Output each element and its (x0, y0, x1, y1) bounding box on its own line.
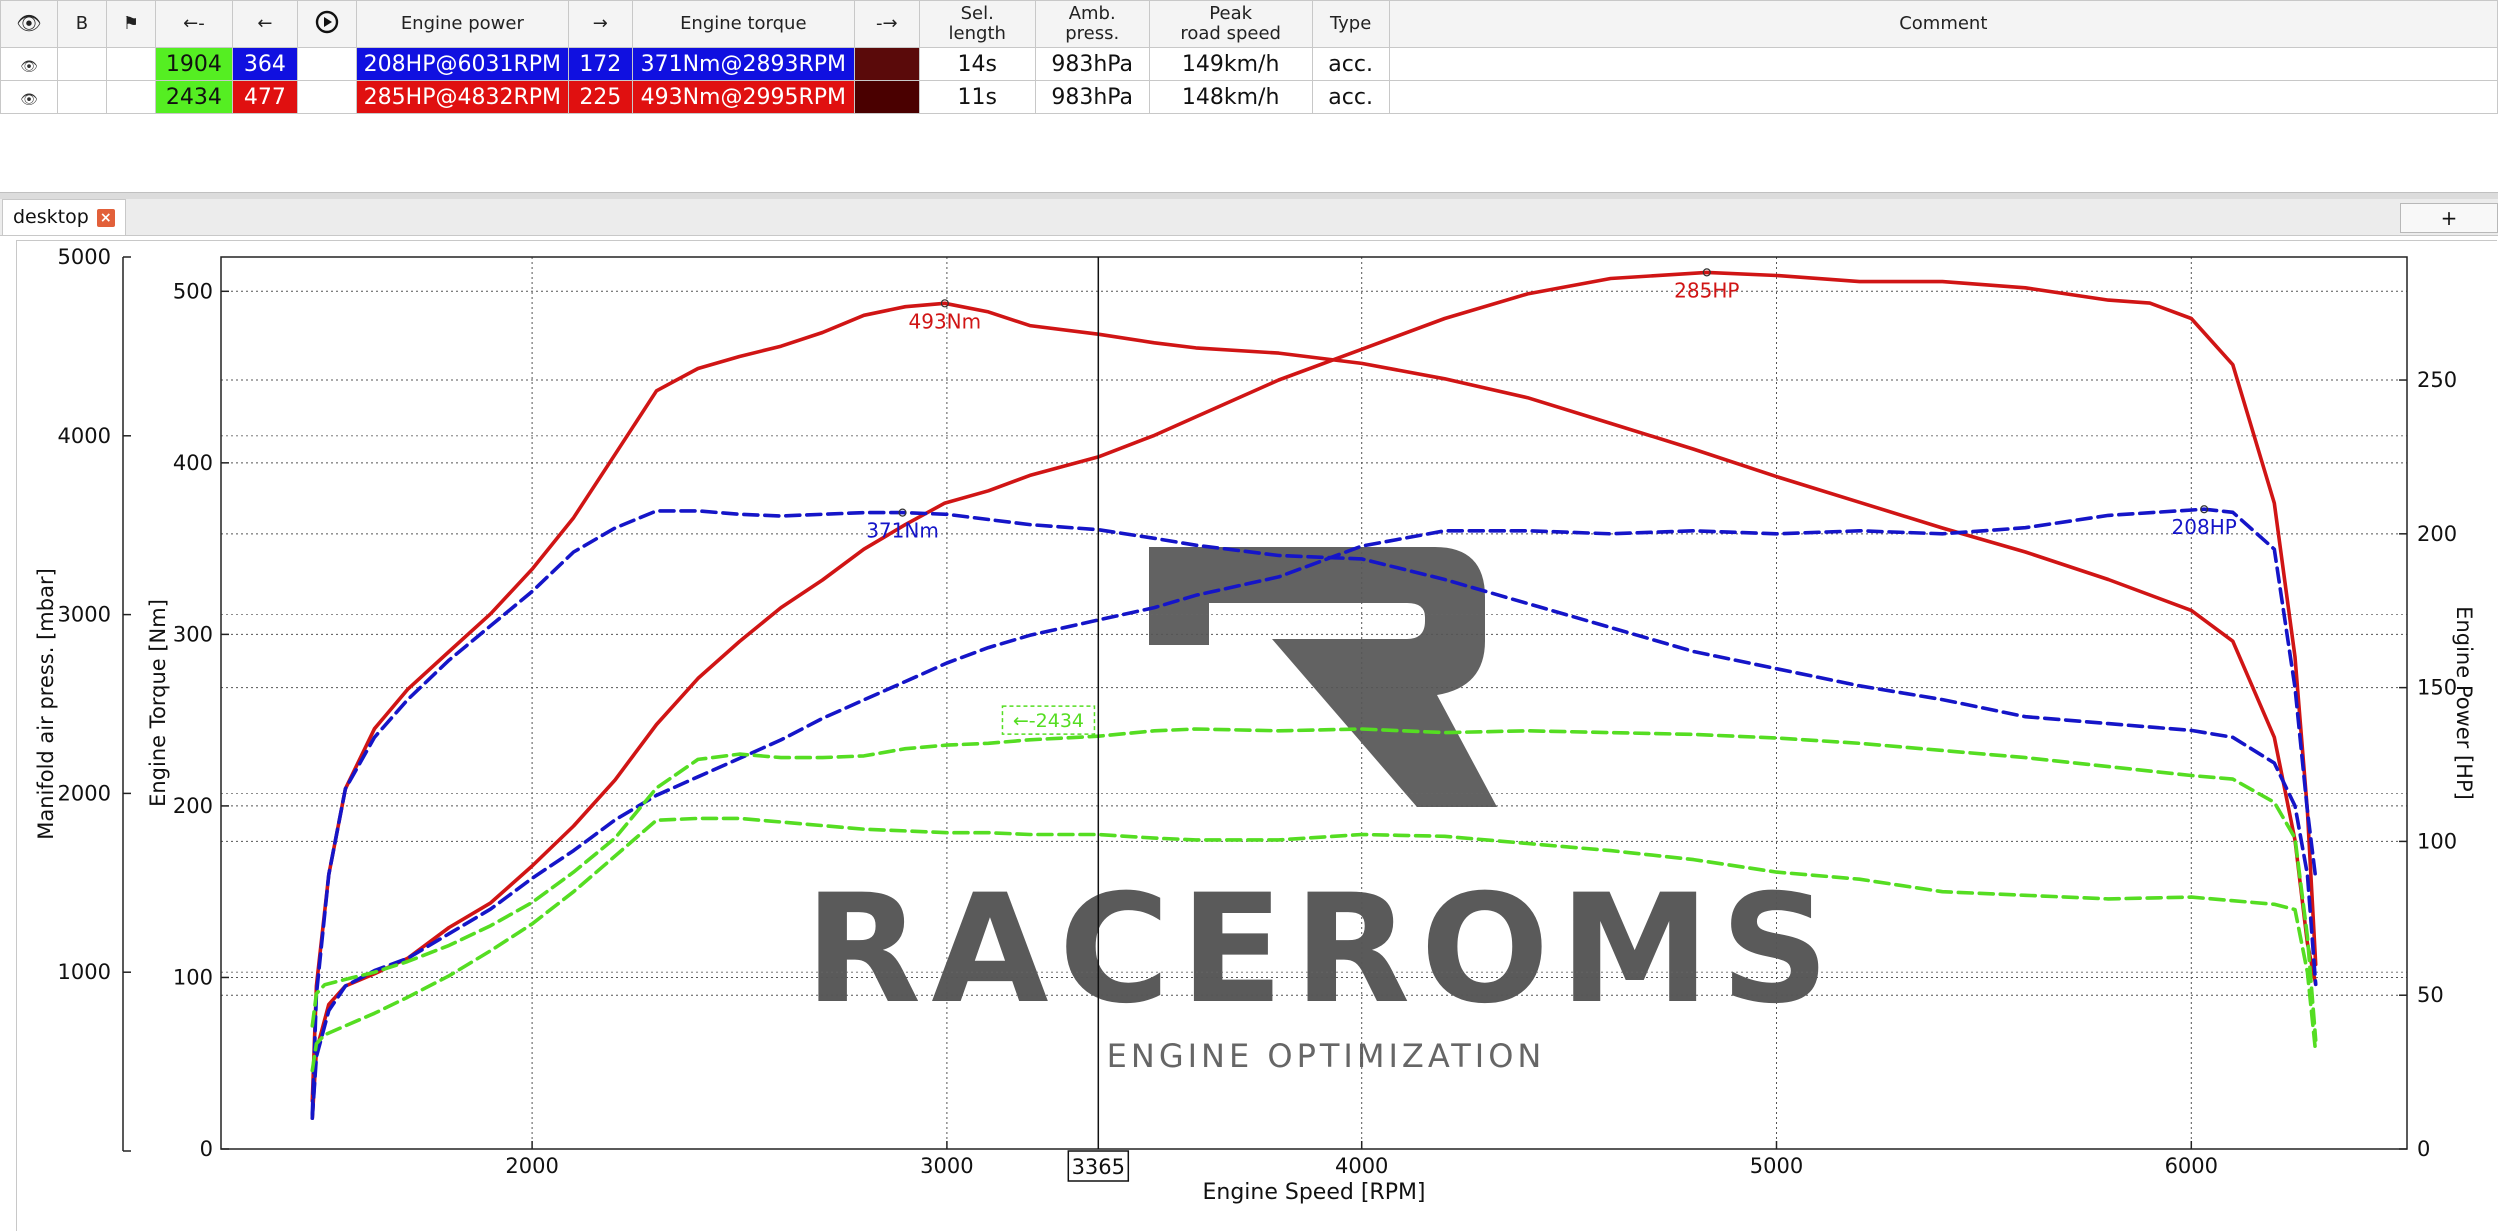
series-label-text: ←-2434 (1013, 710, 1084, 732)
x-tick-label: 4000 (1335, 1154, 1388, 1178)
sel-length-cell[interactable]: 11s (918, 80, 1036, 114)
run-table: 👁 B ⚑ ←- ← Engine power → Engine torque … (0, 0, 2498, 114)
visibility-eye-icon[interactable]: 👁 (20, 59, 38, 75)
cursor-label: 3365 (1072, 1155, 1125, 1179)
engine-torque-cell[interactable]: 493Nm@2995RPM (631, 80, 855, 114)
x-tick-label: 5000 (1750, 1154, 1803, 1178)
manifold-tick-label: 2000 (58, 781, 111, 805)
power-tick-label: 50 (2417, 983, 2444, 1007)
col-visible-header[interactable]: 👁 (0, 0, 58, 48)
value-cell[interactable]: 364 (231, 47, 298, 81)
flag-cell[interactable] (105, 47, 156, 81)
torque-tick-label: 500 (173, 279, 213, 303)
col-peak-speed-header[interactable]: Peak road speed (1148, 0, 1313, 48)
close-icon[interactable]: × (96, 208, 115, 227)
peak-label: 493Nm (909, 309, 982, 333)
manifold-tick-label: 3000 (58, 603, 111, 627)
peak-label: 285HP (1674, 278, 1739, 302)
table-row[interactable]: 👁 1904 364 208HP@6031RPM 172 371Nm@2893R… (0, 47, 2498, 81)
tab-desktop[interactable]: desktop × (2, 199, 126, 235)
power-axis-title: Engine Power [HP] (2452, 606, 2476, 800)
visibility-eye-icon[interactable]: 👁 (20, 92, 38, 108)
col-play-header[interactable] (296, 0, 357, 48)
manifold-axis-title: Manifold air press. [mbar] (34, 568, 58, 840)
b-cell[interactable] (56, 47, 107, 81)
eye-icon: 👁 (16, 11, 42, 35)
value-cell[interactable]: 477 (231, 80, 298, 114)
add-tab-button[interactable]: + (2400, 203, 2498, 233)
peak-label: 208HP (2172, 515, 2237, 539)
torque-tick-label: 200 (173, 794, 213, 818)
col-flag-header[interactable]: ⚑ (105, 0, 156, 48)
peak-speed-cell[interactable]: 149km/h (1148, 47, 1313, 81)
engine-power-cell[interactable]: 285HP@4832RPM (355, 80, 569, 114)
chart-panel: RACEROMS ENGINE OPTIMIZATION 2000 3000 400… (16, 240, 2497, 1231)
engine-power-cell[interactable]: 208HP@6031RPM (355, 47, 569, 81)
flag-cell[interactable] (105, 80, 156, 114)
manifold-tick-label: 5000 (58, 245, 111, 269)
col-engine-power-header[interactable]: Engine power (355, 0, 569, 48)
tab-label: desktop (13, 206, 89, 228)
peak-speed-cell[interactable]: 148km/h (1148, 80, 1313, 114)
peak-label: 371Nm (866, 519, 939, 543)
power-tick-label: 100 (2417, 829, 2457, 853)
run-id-cell[interactable]: 2434 (154, 80, 233, 114)
logo-r-mark (1149, 547, 1497, 807)
flag-icon: ⚑ (122, 13, 139, 34)
color-swatch-cell[interactable] (853, 47, 920, 81)
annotations: 493Nm 285HP 371Nm 208HP ←-2434 3365 (866, 257, 2237, 1182)
b-cell[interactable] (56, 80, 107, 114)
manifold-tick-label: 4000 (58, 424, 111, 448)
col-type-header[interactable]: Type (1311, 0, 1390, 48)
table-header-row: 👁 B ⚑ ←- ← Engine power → Engine torque … (0, 0, 2498, 48)
engine-torque-cell[interactable]: 371Nm@2893RPM (631, 47, 855, 81)
col-first-header[interactable]: ←- (154, 0, 233, 48)
play-cell[interactable] (296, 80, 357, 114)
manifold-tick-label: 1000 (58, 960, 111, 984)
amb-press-cell[interactable]: 983hPa (1034, 80, 1150, 114)
play-icon (315, 10, 339, 33)
sel-length-cell[interactable]: 14s (918, 47, 1036, 81)
run-table-panel: 👁 B ⚑ ←- ← Engine power → Engine torque … (0, 0, 2498, 193)
col-amb-press-header[interactable]: Amb. press. (1034, 0, 1150, 48)
power-tick-label: 150 (2417, 676, 2457, 700)
dyno-chart[interactable]: RACEROMS ENGINE OPTIMIZATION 2000 3000 400… (17, 241, 2497, 1231)
arrow-value-cell[interactable]: 172 (567, 47, 633, 81)
torque-axis-title: Engine Torque [Nm] (146, 599, 170, 807)
raceroms-logo: RACEROMS ENGINE OPTIMIZATION (805, 547, 1840, 1075)
type-cell[interactable]: acc. (1311, 47, 1390, 81)
col-b-header[interactable]: B (56, 0, 107, 48)
play-cell[interactable] (296, 47, 357, 81)
run-id-cell[interactable]: 1904 (154, 47, 233, 81)
logo-brand-text: RACEROMS (805, 863, 1840, 1037)
amb-press-cell[interactable]: 983hPa (1034, 47, 1150, 81)
type-cell[interactable]: acc. (1311, 80, 1390, 114)
arrow-value-cell[interactable]: 225 (567, 80, 633, 114)
table-row[interactable]: 👁 2434 477 285HP@4832RPM 225 493Nm@2995R… (0, 80, 2498, 114)
col-prev-header[interactable]: ← (231, 0, 298, 48)
x-axis-title: Engine Speed [RPM] (1202, 1180, 1425, 1205)
col-arrow-header[interactable]: → (567, 0, 633, 48)
tab-bar: desktop × + (0, 199, 2498, 236)
col-comment-header[interactable]: Comment (1388, 0, 2498, 48)
power-tick-label: 200 (2417, 522, 2457, 546)
comment-cell[interactable] (1388, 80, 2498, 114)
torque-tick-label: 400 (173, 451, 213, 475)
col-engine-torque-header[interactable]: Engine torque (631, 0, 855, 48)
x-tick-label: 3000 (920, 1154, 973, 1178)
x-tick-label: 2000 (505, 1154, 558, 1178)
power-tick-label: 250 (2417, 368, 2457, 392)
x-tick-label: 6000 (2165, 1154, 2218, 1178)
torque-tick-label: 300 (173, 622, 213, 646)
logo-tagline-text: ENGINE OPTIMIZATION (1107, 1037, 1546, 1075)
col-last-header[interactable]: -→ (853, 0, 920, 48)
power-tick-label: 0 (2417, 1137, 2430, 1161)
torque-tick-label: 100 (173, 965, 213, 989)
color-swatch-cell[interactable] (853, 80, 920, 114)
comment-cell[interactable] (1388, 47, 2498, 81)
col-sel-length-header[interactable]: Sel. length (918, 0, 1036, 48)
torque-tick-label: 0 (200, 1137, 213, 1161)
